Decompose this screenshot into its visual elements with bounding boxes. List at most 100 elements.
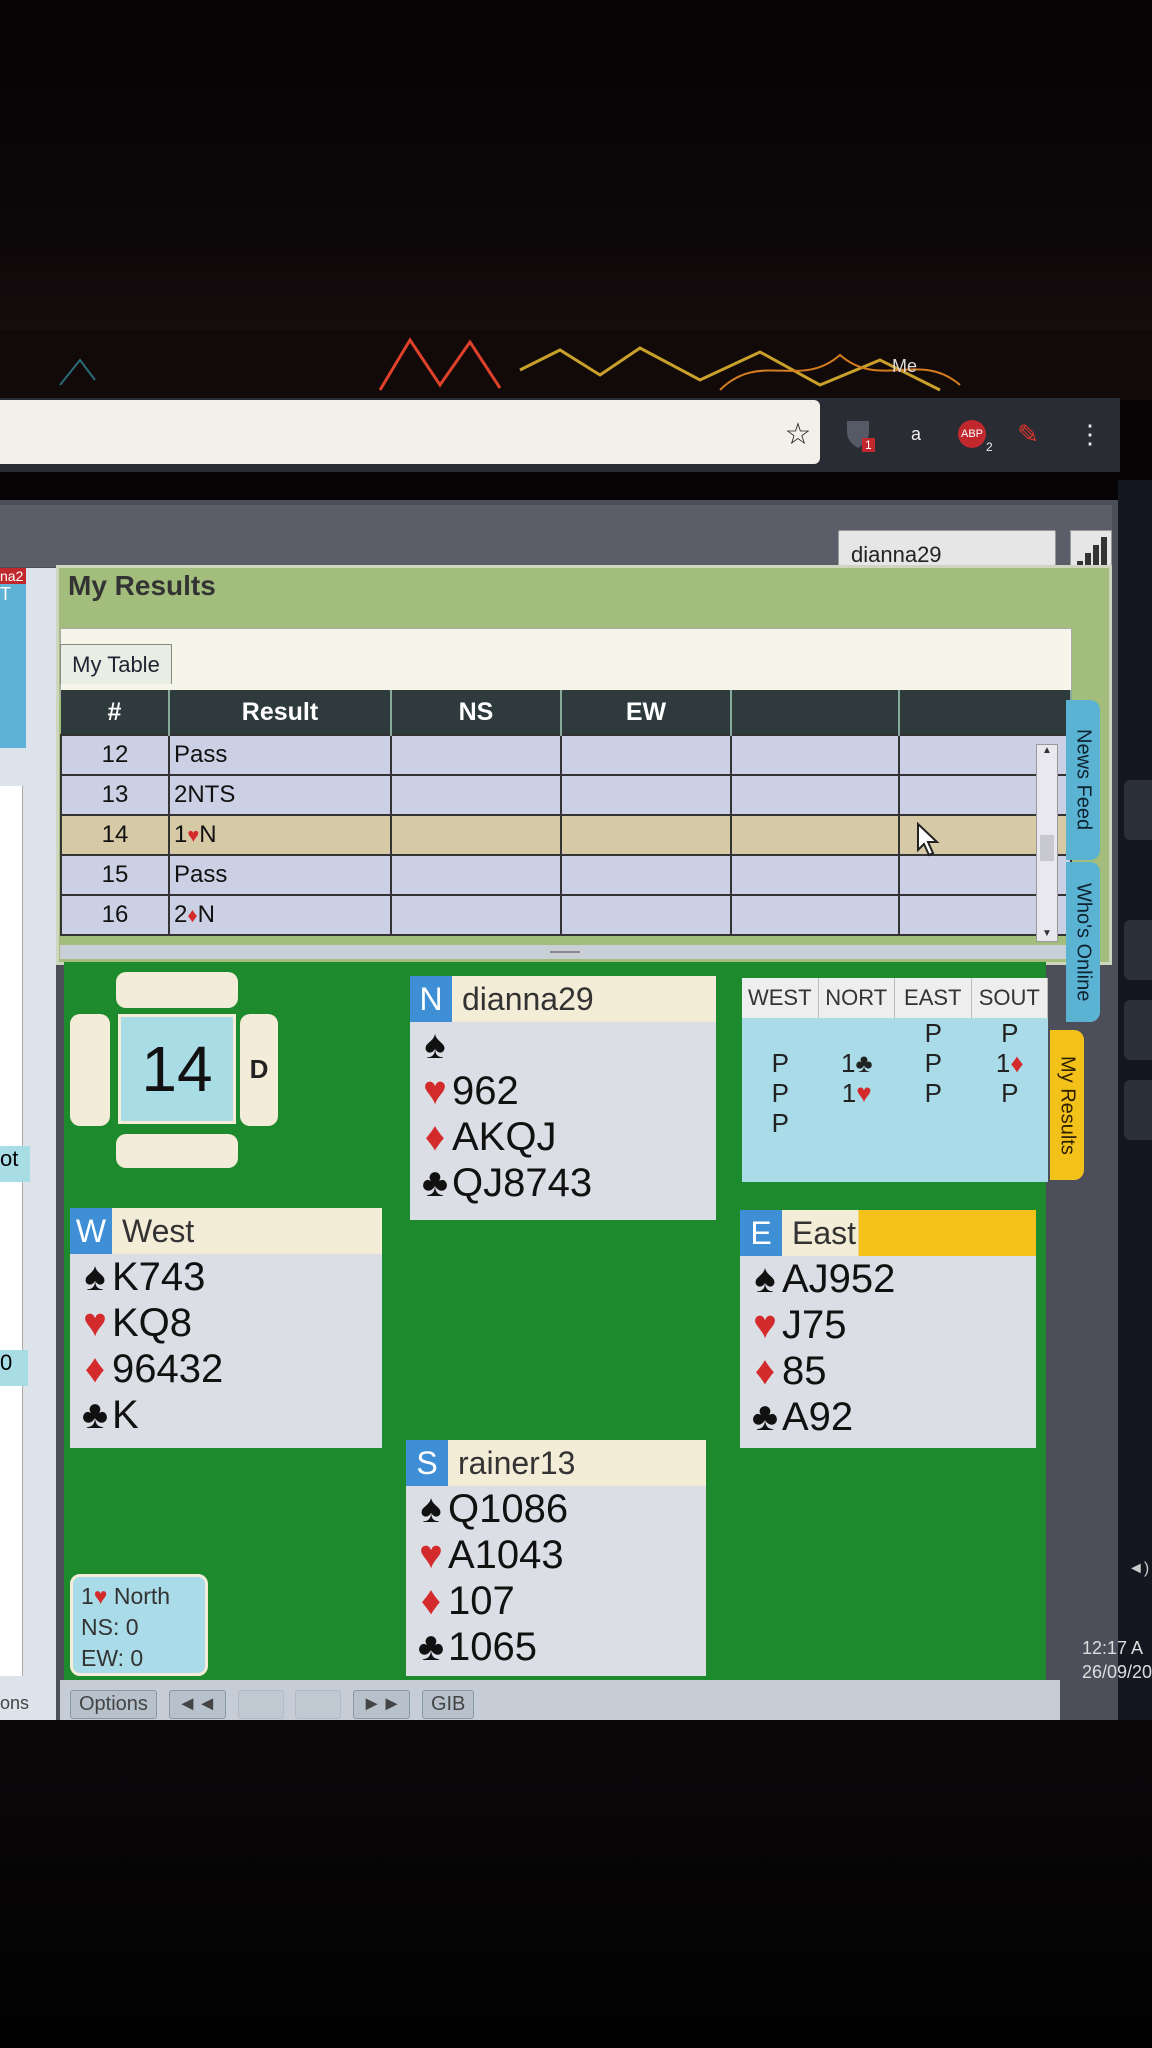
clubs-line[interactable]: ♣QJ8743 <box>410 1160 716 1206</box>
results-table: # Result NS EW 12 Pass 13 2NTS 14 1♥N 15… <box>60 690 1072 936</box>
bid <box>895 1108 972 1138</box>
tab-my-results[interactable]: My Results <box>1050 1030 1084 1180</box>
wallpaper-text: Me <box>892 356 918 376</box>
left-panel-fragment: 0 <box>0 1350 28 1386</box>
tab-my-table[interactable]: My Table <box>60 644 172 684</box>
hearts-line[interactable]: ♥ KQ8 <box>70 1300 382 1346</box>
column-header[interactable] <box>899 690 1072 735</box>
scroll-thumb[interactable] <box>1040 835 1054 861</box>
clock-time: 12:17 A <box>1082 1638 1144 1658</box>
scroll-up-icon[interactable]: ▲ <box>1037 745 1057 756</box>
column-header[interactable]: EW <box>561 690 732 735</box>
table-controls: Options ◄◄ ►► GIB <box>70 1690 480 1719</box>
bid: P <box>771 1048 789 1078</box>
diamond-icon: ♦ <box>84 1347 106 1391</box>
west-hand-header: W West <box>70 1208 382 1254</box>
heart-icon: ♥ <box>753 1303 777 1347</box>
volume-icon[interactable]: ◄) <box>1128 1560 1149 1578</box>
bid: P <box>924 1018 942 1048</box>
adblock-plus-icon[interactable]: ABP 2 <box>956 418 993 454</box>
table-row[interactable]: 15 Pass <box>60 854 1072 896</box>
extension-badge: 1 <box>862 438 875 452</box>
diamond-icon: ♦ <box>754 1349 776 1393</box>
column-header[interactable]: NS <box>391 690 562 735</box>
bid-column-header: NORT <box>819 978 895 1018</box>
bid-row: PP <box>742 1018 1048 1048</box>
panel-resize-handle[interactable] <box>60 945 1070 959</box>
board-number-cell: 14 <box>60 814 170 856</box>
bid <box>742 1018 819 1048</box>
hearts-line[interactable]: ♥ J75 <box>740 1302 1036 1348</box>
spade-icon: ♠ <box>420 1487 442 1531</box>
south-hand-header: S rainer13 <box>406 1440 706 1486</box>
taskbar-app-icon[interactable] <box>1124 1000 1152 1060</box>
bidding-history: WEST NORT EAST SOUT PP P 1♣ P 1♦ P 1♥ P P P <box>742 978 1048 1182</box>
left-panel-fragment: ot <box>0 1146 30 1182</box>
diamonds-line[interactable]: ♦ 85 <box>740 1348 1036 1394</box>
table-row[interactable]: 13 2NTS <box>60 774 1072 816</box>
taskbar-app-icon[interactable] <box>1124 920 1152 980</box>
wrench-extension-icon[interactable]: ✎ <box>1012 418 1044 450</box>
bid: 1♦ <box>995 1048 1024 1078</box>
results-scrollbar[interactable]: ▲ ▼ <box>1036 744 1058 942</box>
diamonds-line[interactable]: ♦ 107 <box>406 1578 706 1624</box>
diamonds-line[interactable]: ♦ AKQJ <box>410 1114 716 1160</box>
column-header[interactable] <box>731 690 900 735</box>
table-row[interactable]: 12 Pass <box>60 734 1072 776</box>
player-name: rainer13 <box>458 1445 576 1481</box>
options-button[interactable]: Options <box>70 1690 157 1719</box>
bookmark-star-icon[interactable]: ☆ <box>782 418 814 451</box>
result-cell: 1♥N <box>168 814 392 856</box>
column-header[interactable]: Result <box>169 690 392 735</box>
heart-icon: ♥ <box>83 1301 107 1345</box>
shield-extension-icon[interactable]: 1 <box>842 418 875 452</box>
result-cell: 2NTS <box>168 774 392 816</box>
bid <box>819 1108 896 1138</box>
board-number-cell: 12 <box>60 734 170 776</box>
clubs-line[interactable]: ♣1065 <box>406 1624 706 1670</box>
system-clock[interactable]: 12:17 A 26/09/20 <box>1082 1636 1152 1684</box>
heart-icon: ♥ <box>856 1078 872 1108</box>
spades-line[interactable]: ♠ K743 <box>70 1254 382 1300</box>
hearts-line[interactable]: ♥ A1043 <box>406 1532 706 1578</box>
diamond-suit-icon: ♦ <box>187 905 198 927</box>
step-forward-button[interactable] <box>295 1690 342 1719</box>
left-side-panel: na2 T ot 0 ons <box>0 568 56 1728</box>
diamonds-line[interactable]: ♦ 96432 <box>70 1346 382 1392</box>
tab-whos-online[interactable]: Who's Online <box>1066 862 1100 1022</box>
results-tab-strip <box>60 628 1072 698</box>
taskbar-app-icon[interactable] <box>1124 780 1152 840</box>
club-icon: ♣ <box>421 1161 449 1205</box>
scroll-down-icon[interactable]: ▼ <box>1042 928 1052 939</box>
taskbar-app-icon[interactable] <box>1124 1080 1152 1140</box>
tab-news-feed[interactable]: News Feed <box>1066 700 1100 860</box>
extension-a-icon[interactable]: a <box>900 418 932 450</box>
panel-title: My Results <box>68 570 216 601</box>
clock-date: 26/09/20 <box>1082 1662 1152 1682</box>
left-panel-tab[interactable]: na2 T <box>0 568 26 748</box>
west-vulnerability-marker <box>70 1014 110 1126</box>
rewind-button[interactable]: ◄◄ <box>168 1690 227 1719</box>
step-back-button[interactable] <box>237 1690 284 1719</box>
address-bar[interactable] <box>0 400 820 464</box>
west-hand: W West ♠ K743 ♥ KQ8 ♦ 96432 ♣K <box>70 1208 382 1448</box>
table-row[interactable]: 16 2♦N <box>60 894 1072 936</box>
hearts-line[interactable]: ♥ 962 <box>410 1068 716 1114</box>
diamond-icon: ♦ <box>420 1579 442 1623</box>
clubs-line[interactable]: ♣A92 <box>740 1394 1036 1440</box>
spades-line[interactable]: ♠ AJ952 <box>740 1256 1036 1302</box>
clubs-line[interactable]: ♣K <box>70 1392 382 1438</box>
board-number: 14 <box>118 1014 236 1124</box>
bid: P <box>1001 1078 1019 1108</box>
gib-button[interactable]: GIB <box>421 1690 475 1719</box>
bid-row: P 1♣ P 1♦ <box>742 1048 1048 1078</box>
menu-kebab-icon[interactable]: ⋮ <box>1074 418 1106 450</box>
ns-score: NS: 0 <box>81 1614 139 1640</box>
diamond-icon: ♦ <box>424 1115 446 1159</box>
column-header[interactable]: # <box>61 690 170 735</box>
bid-row: P <box>742 1108 1048 1138</box>
spades-line[interactable]: ♠ Q1086 <box>406 1486 706 1532</box>
east-hand: E East ♠ AJ952 ♥ J75 ♦ 85 ♣A92 <box>740 1210 1036 1448</box>
spades-line[interactable]: ♠ <box>410 1022 716 1068</box>
fast-forward-button[interactable]: ►► <box>352 1690 411 1719</box>
